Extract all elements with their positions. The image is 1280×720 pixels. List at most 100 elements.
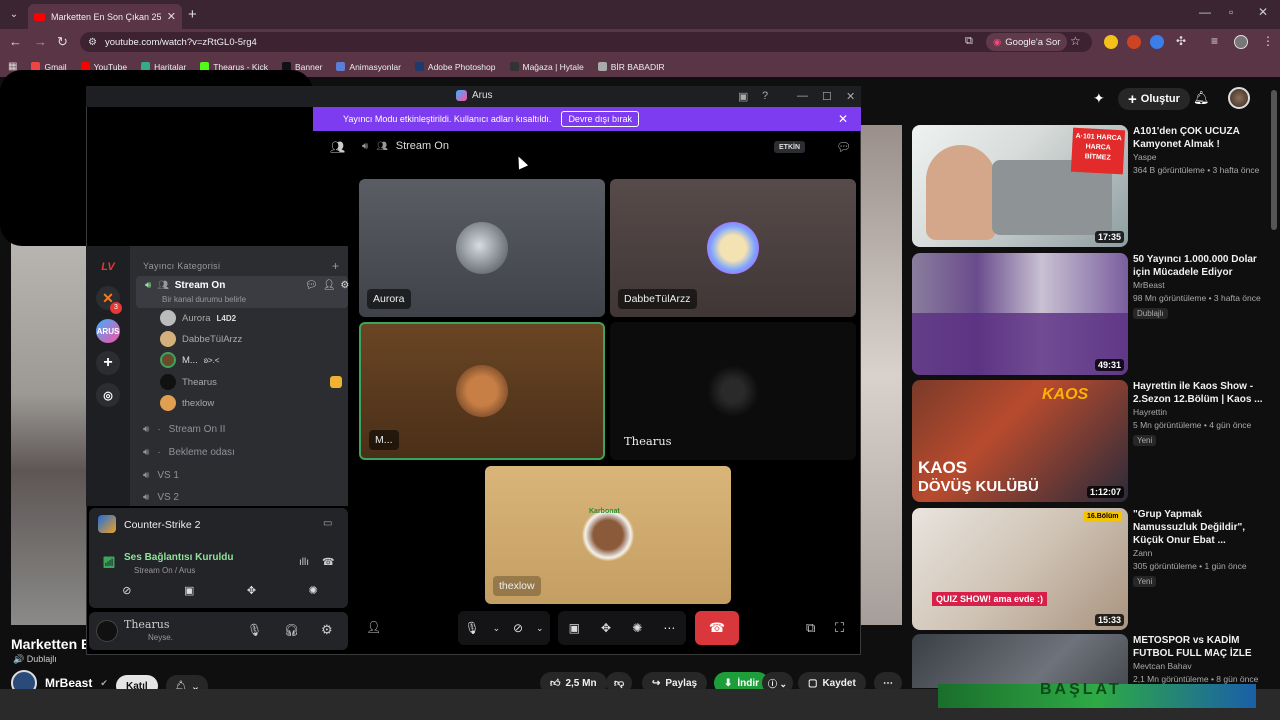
create-button[interactable]: + Oluştur (1118, 88, 1190, 110)
soundboard-icon[interactable]: ✺ (632, 621, 642, 635)
server-icon-arus[interactable]: ARUS (96, 319, 120, 343)
video-title[interactable]: 50 Yayıncı 1.000.000 Dolar için Mücadele… (1133, 253, 1265, 279)
reload-icon[interactable]: ↻ (57, 34, 68, 50)
video-player-edge[interactable] (860, 125, 902, 625)
site-info-icon[interactable]: ⚙ (88, 37, 97, 48)
video-thumbnail[interactable]: 16.Bölüm QUIZ SHOW! ama evde :) 15:33 (912, 508, 1128, 630)
extension-icon[interactable] (1104, 35, 1118, 49)
voice-location[interactable]: Stream On / Arus (134, 566, 195, 575)
video-tile-speaking[interactable]: M... (359, 322, 605, 460)
voice-member[interactable]: thexlow (160, 395, 214, 411)
bookmark-hytale[interactable]: Mağaza | Hytale (509, 62, 584, 72)
camera-options-chevron-icon[interactable]: ⌄ (536, 623, 544, 634)
video-thumbnail[interactable] (912, 634, 1128, 688)
minimize-icon[interactable]: — (1199, 5, 1211, 19)
help-icon[interactable]: ? (762, 90, 768, 102)
recommendation-item[interactable]: 49:31 50 Yayıncı 1.000.000 Dolar için Mü… (912, 253, 1272, 375)
voice-channel[interactable]: 🔊︎ VS 1 (143, 470, 179, 481)
activity-share-icon[interactable]: ▭ (323, 518, 332, 529)
mic-options-chevron-icon[interactable]: ⌄ (493, 623, 501, 634)
user-name[interactable]: Thearus (124, 618, 169, 631)
voice-member[interactable]: M... ʚ>.< (160, 352, 219, 368)
recommendation-item[interactable]: METOSPOR vs KADİM FUTBOL FULL MAÇ İZLE M… (912, 634, 1272, 688)
new-tab-icon[interactable]: + (188, 6, 197, 23)
voice-member[interactable]: Aurora L4D2 (160, 310, 236, 326)
video-thumbnail[interactable]: 49:31 (912, 253, 1128, 375)
video-title[interactable]: Hayrettin ile Kaos Show - 2.Sezon 12.Böl… (1133, 380, 1265, 406)
channel-name[interactable]: MrBeast (45, 676, 92, 690)
video-thumbnail[interactable]: KAOS KAOS DÖVÜŞ KULÜBÜ 1:12:07 (912, 380, 1128, 502)
screen-share-icon[interactable]: ▣ (184, 584, 194, 602)
bookmark-animations[interactable]: Animasyonlar (336, 62, 401, 72)
disable-streamer-mode-button[interactable]: Devre dışı bırak (561, 111, 639, 127)
inbox-icon[interactable]: ▣ (738, 90, 748, 103)
invite-icon[interactable]: 👤︎ (323, 280, 336, 291)
video-tile[interactable]: Karbonat thexlow (485, 466, 731, 604)
video-title[interactable]: A101'den ÇOK UCUZA Kamyonet Almak ! (1133, 125, 1265, 151)
recommendation-item[interactable]: 16.Bölüm QUIZ SHOW! ama evde :) 15:33 "G… (912, 508, 1272, 630)
channel-name[interactable]: Zann (1133, 547, 1265, 560)
voice-channel[interactable]: 🔊︎ · Stream On II (143, 424, 225, 435)
fullscreen-icon[interactable]: ⛶ (835, 620, 844, 636)
activity-name[interactable]: Counter-Strike 2 (124, 519, 200, 531)
headphones-icon[interactable]: 🎧︎ (284, 623, 299, 637)
discover-icon[interactable]: ◎ (96, 383, 120, 407)
video-tile[interactable]: Thearus (610, 322, 856, 460)
install-icon[interactable]: ⧉ (965, 35, 973, 48)
forward-icon[interactable]: → (34, 34, 47, 49)
chat-icon[interactable]: 💬︎ (305, 280, 318, 291)
browser-tab[interactable]: Marketten En Son Çıkan 250.00 ✕ (28, 4, 182, 29)
voice-member[interactable]: Thearus (160, 374, 217, 390)
add-server-icon[interactable]: + (96, 351, 120, 375)
more-options-icon[interactable]: ⋯ (663, 621, 675, 635)
minimize-icon[interactable]: — (797, 90, 808, 102)
video-title[interactable]: METOSPOR vs KADİM FUTBOL FULL MAÇ İZLE (1133, 634, 1265, 660)
bookmark-star-icon[interactable]: ☆ (1070, 34, 1081, 48)
disconnect-icon[interactable]: ☎ (322, 557, 334, 568)
bookmark-folder[interactable]: BİR BABADIR (597, 62, 665, 72)
video-thumbnail[interactable]: A·101 HARCA HARCA BİTMEZ 17:35 (912, 125, 1128, 247)
extension-icon[interactable] (1150, 35, 1164, 49)
voice-channel[interactable]: 🔊︎ · Bekleme odası (143, 447, 235, 458)
server-icon-lv[interactable]: LV (96, 255, 120, 279)
add-channel-icon[interactable]: + (332, 259, 339, 273)
voice-status[interactable]: Ses Bağlantısı Kuruldu (124, 552, 233, 563)
menu-icon[interactable]: ⋮ (1262, 34, 1274, 48)
close-banner-icon[interactable]: ✕ (838, 112, 848, 126)
close-icon[interactable]: ✕ (846, 90, 855, 103)
activities-icon[interactable]: ✥ (601, 621, 611, 635)
channel-name[interactable]: Mevtcan Bahav (1133, 660, 1265, 673)
popout-icon[interactable]: ⧉ (806, 620, 815, 636)
video-tile[interactable]: DabbeTülArzz (610, 179, 856, 317)
recommendation-item[interactable]: A·101 HARCA HARCA BİTMEZ 17:35 A101'den … (912, 125, 1272, 247)
microphone-icon[interactable]: 🎙︎ (464, 621, 479, 635)
tab-search-icon[interactable]: ⌄ (6, 6, 22, 22)
camera-off-icon[interactable]: ⊘ (513, 621, 523, 635)
channel-name[interactable]: Hayrettin (1133, 406, 1265, 419)
voice-member[interactable]: DabbeTülArzz (160, 331, 242, 347)
camera-off-icon[interactable]: ⊘ (122, 584, 131, 602)
address-bar[interactable]: ⚙ youtube.com/watch?v=zRtGL0-5rg4 (80, 32, 1092, 52)
close-tab-icon[interactable]: ✕ (167, 10, 176, 23)
maximize-icon[interactable]: ☐ (822, 90, 832, 103)
screen-share-icon[interactable]: ▣ (569, 621, 580, 635)
recommendation-item[interactable]: KAOS KAOS DÖVÜŞ KULÜBÜ 1:12:07 Hayrettin… (912, 380, 1272, 502)
maximize-icon[interactable]: ▫ (1229, 5, 1233, 19)
activities-icon[interactable]: ✥ (247, 584, 256, 602)
noise-suppression-icon[interactable]: ıllı (299, 557, 309, 568)
google-ask-button[interactable]: ◉ Google'a Sor (986, 33, 1068, 51)
extensions-puzzle-icon[interactable]: ✣ (1176, 34, 1186, 48)
extension-icon[interactable] (1127, 35, 1141, 49)
channel-status[interactable]: Bir kanal durumu belirle (162, 295, 246, 304)
back-icon[interactable]: ← (9, 34, 22, 49)
microphone-icon[interactable]: 🎙︎ (247, 623, 262, 637)
voice-channel[interactable]: 🔊︎ VS 2 (143, 492, 179, 503)
active-channel-row[interactable]: 🔊︎ 👥︎ Stream On (145, 280, 225, 291)
video-tile[interactable]: Aurora (359, 179, 605, 317)
gemini-icon[interactable]: ✦ (1093, 90, 1105, 107)
channel-name[interactable]: MrBeast (1133, 279, 1265, 292)
user-settings-icon[interactable]: ⚙ (321, 622, 333, 638)
video-title[interactable]: "Grup Yapmak Namussuzluk Değildir", Küçü… (1133, 508, 1265, 547)
bookmark-photoshop[interactable]: Adobe Photoshop (414, 62, 496, 72)
chat-icon[interactable]: 💬︎ (836, 140, 851, 154)
